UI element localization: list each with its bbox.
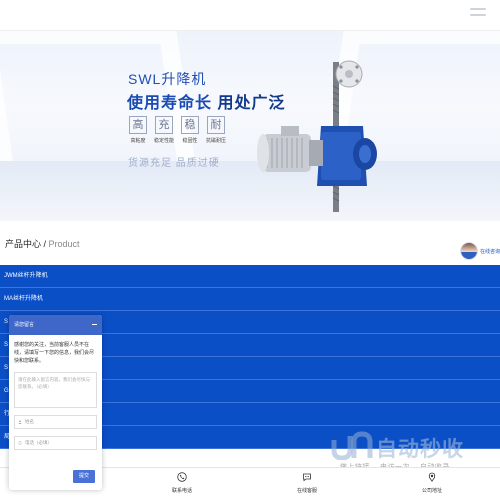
nav-location[interactable]: 公司地址 xyxy=(422,472,442,494)
feature-label: 抗磁耐压 xyxy=(206,138,227,144)
feature-item: 充稳定性能 xyxy=(154,116,174,144)
name-placeholder: 姓名 xyxy=(25,419,34,424)
nav-phone-label: 联系电话 xyxy=(172,488,193,494)
top-bar xyxy=(0,0,500,31)
feature-label: 稳固性 xyxy=(182,138,198,144)
nav-location-label: 公司地址 xyxy=(422,488,443,494)
avatar xyxy=(460,242,478,260)
feature-list: 高高粘度 充稳定性能 稳稳固性 耐抗磁耐压 xyxy=(128,116,226,144)
screw-jack-image xyxy=(257,60,377,212)
nav-phone[interactable]: 联系电话 xyxy=(172,472,192,494)
chat-header-title: 请您留言 xyxy=(14,322,35,328)
product-row[interactable]: JWM丝杆升降机 xyxy=(0,265,500,288)
section-title: 产品中心 / Product xyxy=(5,237,80,250)
feature-char: 高 xyxy=(129,116,147,134)
watermark-logo-icon xyxy=(331,431,373,460)
user-icon xyxy=(18,420,22,424)
submit-button[interactable]: 提交 xyxy=(73,470,95,483)
minimize-icon[interactable] xyxy=(92,324,97,325)
feature-item: 稳稳固性 xyxy=(180,116,200,144)
feature-item: 耐抗磁耐压 xyxy=(206,116,226,144)
chat-message: 感谢您的关注，当前客服人员不在线，请填写一下您的信息，我们会尽快和您联系。 xyxy=(14,342,95,364)
section-title-cn: 产品中心 / xyxy=(5,239,49,249)
feature-char: 耐 xyxy=(207,116,225,134)
message-textarea[interactable]: 请在此输入留言内容，我们会尽快与您联系。（必填） xyxy=(14,372,97,408)
name-field[interactable]: 姓名 xyxy=(14,415,97,429)
online-consult-button[interactable]: 在线咨询 xyxy=(460,242,500,260)
feature-label: 高粘度 xyxy=(130,138,146,144)
feature-item: 高高粘度 xyxy=(128,116,148,144)
feature-char: 充 xyxy=(155,116,173,134)
banner-title: SWL升降机 xyxy=(128,71,207,87)
phone-icon xyxy=(177,472,187,482)
banner-tagline: 货源充足 品质过硬 xyxy=(128,158,220,169)
menu-icon[interactable] xyxy=(470,8,486,22)
leave-message-widget: 请您留言 感谢您的关注，当前客服人员不在线，请填写一下您的信息，我们会尽快和您联… xyxy=(9,315,102,490)
consult-label: 在线咨询 xyxy=(480,248,500,255)
feature-label: 稳定性能 xyxy=(154,138,175,144)
section-title-en: Product xyxy=(48,239,80,249)
hero-banner[interactable]: SWL升降机 使用寿命长 用处广泛 高高粘度 充稳定性能 稳稳固性 耐抗磁耐压 … xyxy=(0,31,500,221)
chat-header: 请您留言 xyxy=(9,315,102,335)
phone-field[interactable]: 电话（必填） xyxy=(14,436,97,450)
nav-chat[interactable]: 在线客服 xyxy=(297,472,317,494)
product-row[interactable]: MA丝杆升降机 xyxy=(0,288,500,311)
nav-chat-label: 在线客服 xyxy=(297,488,318,494)
slogan-main: 使用寿命长 xyxy=(127,95,213,112)
location-icon xyxy=(428,472,436,482)
banner-floor xyxy=(0,161,500,221)
phone-placeholder: 电话（必填） xyxy=(25,440,52,445)
feature-char: 稳 xyxy=(181,116,199,134)
phone-small-icon xyxy=(18,441,22,445)
chat-icon xyxy=(303,473,311,482)
